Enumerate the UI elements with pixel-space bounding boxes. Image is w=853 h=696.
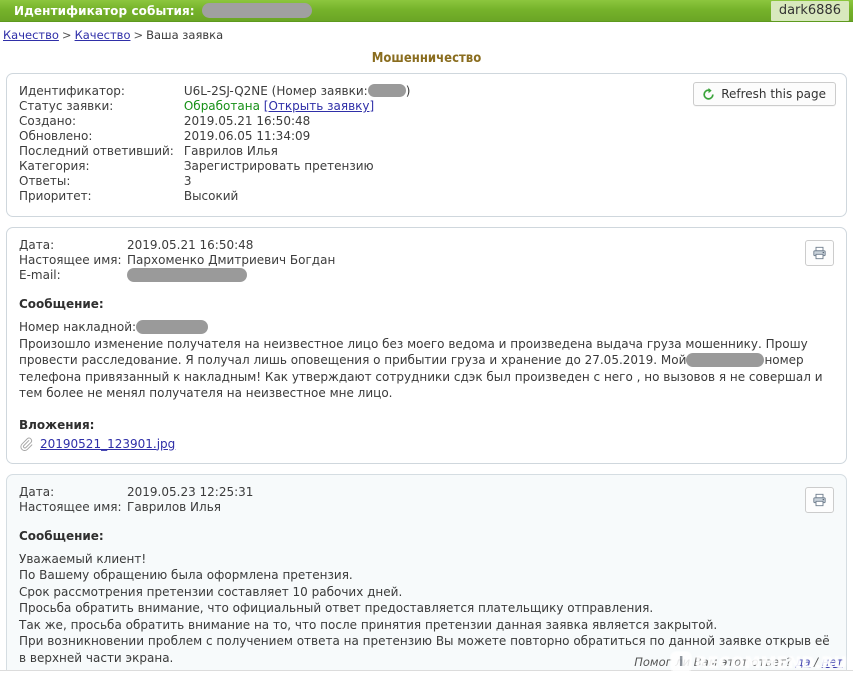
message-1-body-label: Сообщение:	[19, 297, 104, 311]
table-row: Идентификатор: U6L-2SJ-Q2NE (Номер заявк…	[19, 84, 410, 99]
message-2-date-label: Дата:	[19, 484, 55, 499]
message-1-email-label: E-mail:	[19, 268, 61, 282]
ticket-info-panel: Идентификатор: U6L-2SJ-Q2NE (Номер заявк…	[6, 73, 847, 217]
attachment-link[interactable]: 20190521_123901.jpg	[40, 437, 175, 451]
info-value-status: Обработана [Открыть заявку]	[184, 99, 411, 114]
table-row: Последний ответивший: Гаврилов Илья	[19, 144, 410, 159]
info-value-category: Зарегистрировать претензию	[183, 159, 374, 173]
breadcrumb-separator-1: >	[133, 28, 144, 42]
attachments-label: Вложения:	[19, 417, 95, 432]
message-1-name-value: Пархоменко Дмитриевич Богдан	[127, 253, 336, 267]
table-row: Создано: 2019.05.21 16:50:48	[19, 114, 410, 129]
waybill-redacted	[136, 320, 209, 334]
message-1-date-value: 2019.05.21 16:50:48	[127, 238, 254, 252]
waybill-label: Номер накладной:	[19, 320, 137, 334]
message-1-name-label: Настоящее имя:	[19, 253, 122, 267]
message-2-name-label: Настоящее имя:	[19, 499, 122, 514]
message-2-line-4: Так же, просьба обратить внимание на то,…	[19, 617, 718, 632]
print-button-1[interactable]	[805, 240, 834, 266]
message-1-waybill-row: Номер накладной:	[19, 319, 834, 336]
breadcrumb-item-1[interactable]: Качество	[75, 28, 131, 42]
ticket-number-redacted	[367, 84, 406, 97]
helpful-yes-link[interactable]: да	[796, 655, 811, 669]
message-1-name-row: Настоящее имя: Пархоменко Дмитриевич Бог…	[19, 253, 834, 268]
ticket-info-table: Идентификатор: U6L-2SJ-Q2NE (Номер заявк…	[19, 84, 410, 204]
message-panel-1: Дата: 2019.05.21 16:50:48 Настоящее имя:…	[6, 227, 847, 464]
message-1-text: Произошло изменение получателя на неизве…	[19, 336, 834, 402]
info-key-replies: Ответы:	[19, 174, 71, 188]
message-2-name-value: Гаврилов Илья	[127, 499, 221, 514]
info-key-last-responder: Последний ответивший:	[19, 144, 174, 158]
event-id-redacted-value	[201, 3, 312, 18]
message-1-meta: Дата: 2019.05.21 16:50:48 Настоящее имя:…	[19, 238, 834, 283]
message-1-body: Номер накладной: Произошло изменение пол…	[19, 319, 834, 402]
info-value-priority: Высокий	[183, 189, 239, 203]
printer-icon	[813, 246, 826, 260]
info-key-created: Создано:	[19, 114, 76, 128]
info-key-status: Статус заявки:	[19, 99, 114, 113]
open-ticket-link[interactable]: [Открыть заявку]	[264, 99, 374, 113]
info-key-category: Категория:	[19, 159, 90, 173]
paperclip-icon	[20, 437, 33, 451]
table-row: Категория: Зарегистрировать претензию	[19, 159, 410, 174]
message-1-email-value	[127, 268, 247, 283]
breadcrumb-separator-0: >	[61, 28, 72, 42]
identifier-text: U6L-2SJ-Q2NE (Номер заявки:	[183, 84, 368, 98]
top-bar: Идентификатор события: dark6886	[0, 0, 853, 22]
message-2-date-row: Дата: 2019.05.23 12:25:31	[19, 485, 834, 500]
message-2-date-value: 2019.05.23 12:25:31	[127, 484, 254, 499]
message-2-line-3: Просьба обратить внимание, что официальн…	[19, 601, 654, 615]
page-title: Мошенничество	[371, 51, 482, 66]
event-id-label: Идентификатор события:	[14, 3, 195, 18]
helpful-separator: /	[814, 655, 819, 669]
message-2-name-row: Настоящее имя: Гаврилов Илья	[19, 500, 834, 515]
table-row: Ответы: 3	[19, 174, 410, 189]
printer-icon	[813, 493, 826, 506]
status-badge: Обработана	[183, 99, 260, 113]
refresh-icon	[702, 87, 715, 101]
info-key-updated: Обновлено:	[19, 129, 93, 143]
identifier-suffix: )	[405, 84, 411, 98]
message-2-line-1: По Вашему обращению была оформлена прете…	[19, 568, 353, 582]
refresh-button-label: Refresh this page	[721, 87, 826, 101]
print-button-2[interactable]	[805, 486, 834, 513]
table-row: Приоритет: Высокий	[19, 189, 410, 204]
message-2-line-2: Срок рассмотрения претензии составляет 1…	[19, 584, 403, 599]
page-root: Идентификатор события: dark6886 Качество…	[0, 0, 853, 696]
helpful-question: Помог ли Вам этот ответ?	[634, 655, 792, 669]
table-row: Статус заявки: Обработана [Открыть заявк…	[19, 99, 410, 114]
info-value-updated: 2019.06.05 11:34:09	[183, 129, 311, 143]
message-2-body-label: Сообщение:	[19, 528, 104, 543]
helpful-prompt: Помог ли Вам этот ответ? да / нет	[634, 655, 843, 669]
message-1-email-row: E-mail:	[19, 268, 834, 283]
info-value-created: 2019.05.21 16:50:48	[183, 114, 311, 128]
helpful-no-link[interactable]: нет	[822, 655, 843, 669]
attachment-item[interactable]: 20190521_123901.jpg	[19, 437, 834, 451]
user-badge[interactable]: dark6886	[770, 0, 849, 21]
info-value-last-responder: Гаврилов Илья	[183, 144, 278, 158]
info-key-priority: Приоритет:	[19, 189, 92, 203]
breadcrumb: Качество > Качество > Ваша заявка	[0, 22, 853, 46]
info-value-identifier: U6L-2SJ-Q2NE (Номер заявки:)	[183, 84, 411, 99]
table-row: Обновлено: 2019.06.05 11:34:09	[19, 129, 410, 144]
info-value-replies: 3	[183, 174, 192, 188]
message-1-date-label: Дата:	[19, 238, 55, 252]
refresh-page-button[interactable]: Refresh this page	[693, 82, 836, 106]
breadcrumb-item-2: Ваша заявка	[146, 28, 224, 42]
message-1-date-row: Дата: 2019.05.21 16:50:48	[19, 238, 834, 253]
message-2-line-0: Уважаемый клиент!	[19, 551, 147, 566]
email-redacted	[127, 268, 247, 282]
info-key-identifier: Идентификатор:	[19, 84, 125, 98]
footer-bar: Помог ли Вам этот ответ? да / нет	[0, 655, 853, 696]
message-2-meta: Дата: 2019.05.23 12:25:31 Настоящее имя:…	[19, 485, 834, 515]
breadcrumb-item-0[interactable]: Качество	[3, 28, 59, 42]
phone-redacted	[686, 353, 765, 367]
